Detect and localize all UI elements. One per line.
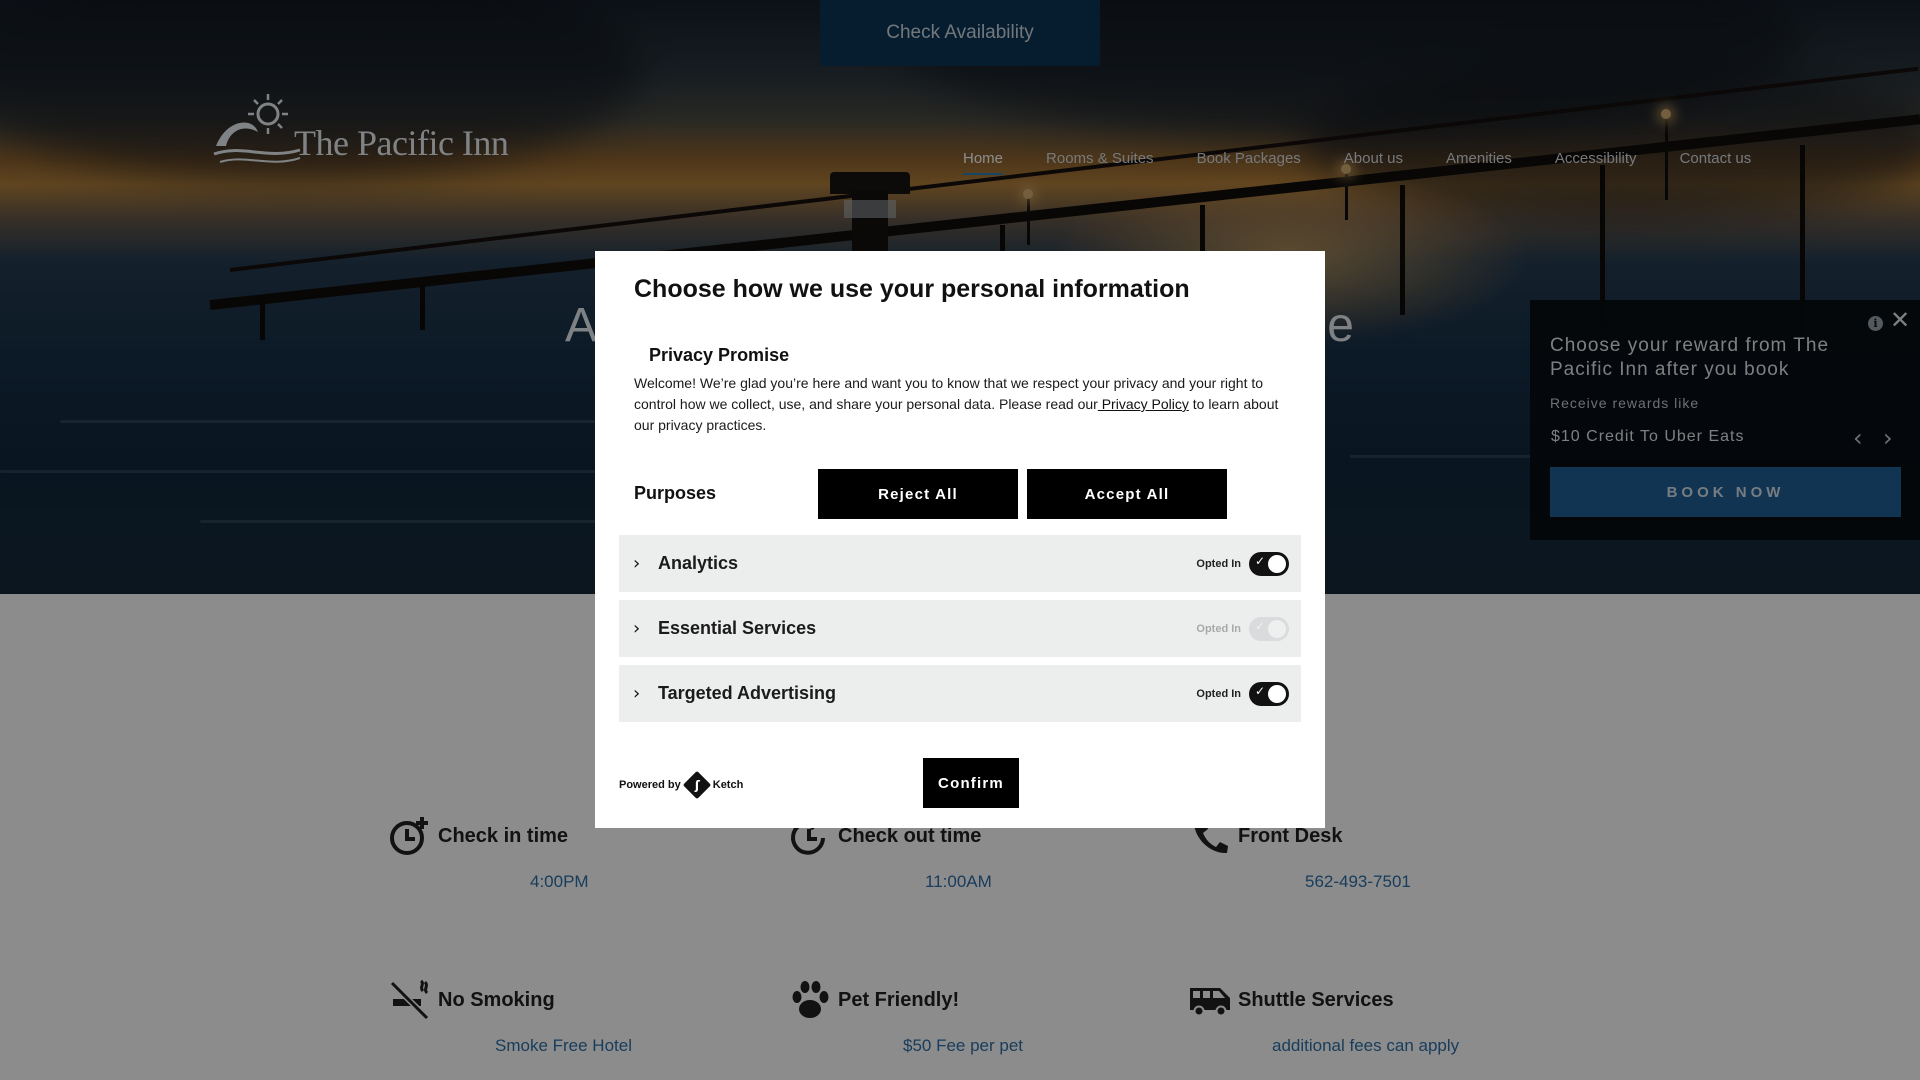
privacy-promise-title: Privacy Promise (649, 345, 790, 365)
ketch-brand: Ketch (712, 779, 744, 791)
chevron-right-icon[interactable]: › (633, 683, 653, 704)
reject-all-button[interactable]: Reject All (818, 469, 1018, 519)
powered-by-label: Powered by (619, 779, 681, 791)
purpose-label: Analytics (658, 553, 739, 573)
check-icon: ✓ (1255, 683, 1266, 698)
purpose-label: Essential Services (658, 618, 817, 638)
purpose-status: Opted In (1196, 557, 1241, 570)
chevron-right-icon[interactable]: › (633, 553, 653, 574)
essential-services-toggle: ✓ (1249, 616, 1289, 641)
privacy-promise-text: Welcome! We’re glad you’re here and want… (634, 373, 1284, 436)
modal-title: Choose how we use your personal informat… (634, 275, 1190, 303)
powered-by[interactable]: Powered by ʃ Ketch (619, 770, 744, 800)
purposes-label: Purposes (634, 483, 717, 503)
chevron-right-icon[interactable]: › (633, 618, 653, 639)
targeted-advertising-toggle[interactable]: ✓ (1249, 681, 1289, 706)
purpose-status: Opted In (1196, 622, 1241, 635)
ketch-logo-icon: ʃ (682, 770, 711, 800)
purpose-label: Targeted Advertising (658, 683, 837, 703)
purpose-row-essential-services[interactable]: › Essential Services Opted In ✓ (619, 600, 1301, 657)
analytics-toggle[interactable]: ✓ (1249, 551, 1289, 576)
purpose-status: Opted In (1196, 687, 1241, 700)
confirm-button[interactable]: Confirm (923, 758, 1019, 808)
purpose-row-analytics[interactable]: › Analytics Opted In ✓ (619, 535, 1301, 592)
accept-all-button[interactable]: Accept All (1027, 469, 1227, 519)
check-icon: ✓ (1255, 618, 1266, 633)
check-icon: ✓ (1255, 553, 1266, 568)
consent-modal: Choose how we use your personal informat… (595, 251, 1325, 828)
privacy-policy-link[interactable]: Privacy Policy (1098, 396, 1189, 412)
purpose-row-targeted-advertising[interactable]: › Targeted Advertising Opted In ✓ (619, 665, 1301, 722)
